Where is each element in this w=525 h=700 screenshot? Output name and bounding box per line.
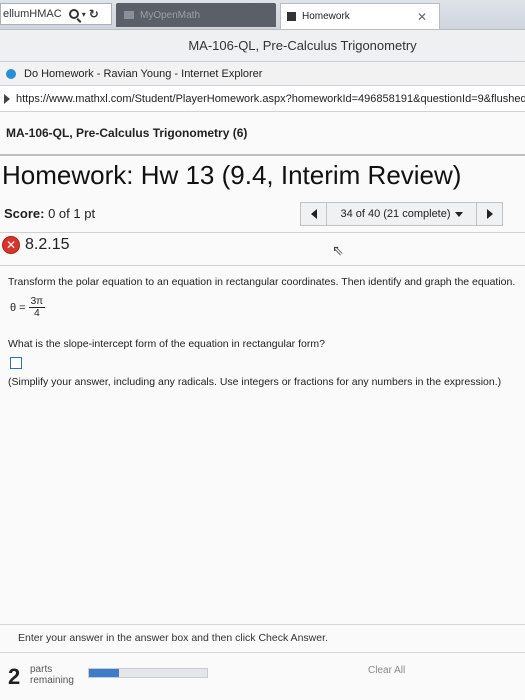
divider — [0, 652, 525, 653]
next-question-button[interactable] — [476, 203, 502, 225]
course-title: MA-106-QL, Pre-Calculus Trigonometry (6) — [6, 126, 248, 140]
url-text[interactable]: https://www.mathxl.com/Student/PlayerHom… — [16, 93, 525, 105]
homework-title: Homework: Hw 13 (9.4, Interim Review) — [2, 160, 462, 190]
progress-fill — [89, 669, 119, 677]
arrow-right-icon — [4, 93, 10, 104]
tab-homework[interactable]: Homework ✕ — [280, 3, 440, 29]
parts-remaining-label: parts remaining — [30, 664, 74, 686]
tab-favicon-icon — [124, 11, 134, 19]
polar-equation: θ = 3π 4 — [10, 296, 46, 319]
score: Score: 0 of 1 pt — [4, 206, 95, 221]
parts-progress-bar — [88, 668, 208, 678]
equation-lhs: θ = — [10, 301, 26, 314]
tab-inactive[interactable]: MyOpenMath — [116, 3, 276, 27]
chevron-right-icon — [486, 209, 493, 219]
enter-instruction: Enter your answer in the answer box and … — [18, 632, 328, 644]
score-value: 0 of 1 pt — [48, 206, 96, 221]
chevron-down-icon[interactable]: ▾ — [82, 10, 86, 19]
question-prompt: What is the slope-intercept form of the … — [8, 338, 325, 350]
mouse-cursor-icon: ⇖ — [332, 242, 344, 258]
search-icon[interactable] — [68, 9, 79, 19]
equation-fraction: 3π 4 — [28, 296, 46, 319]
browser-tab-bar: ellumHMAC ▾ ↻ MyOpenMath Homework ✕ — [0, 0, 525, 30]
question-number: 8.2.15 — [25, 236, 70, 253]
address-fragment[interactable]: ellumHMAC ▾ ↻ — [0, 3, 112, 25]
divider — [0, 232, 525, 233]
chevron-down-icon — [454, 211, 463, 217]
nav-status: 34 of 40 (21 complete) — [340, 208, 451, 220]
tab-inactive-label: MyOpenMath — [140, 9, 201, 21]
parts-label: parts — [30, 664, 53, 675]
equation-denominator: 4 — [34, 308, 40, 319]
question-header: ✕ 8.2.15 — [2, 236, 69, 254]
url-bar[interactable]: https://www.mathxl.com/Student/PlayerHom… — [0, 86, 525, 112]
ie-window-title: Do Homework - Ravian Young - Internet Ex… — [24, 67, 263, 80]
clear-all-button[interactable]: Clear All — [368, 665, 405, 676]
remaining-label: remaining — [30, 675, 74, 686]
chevron-left-icon — [310, 209, 317, 219]
equation-numerator: 3π — [28, 296, 46, 308]
question-navigator: 34 of 40 (21 complete) — [300, 202, 503, 226]
refresh-icon[interactable]: ↻ — [89, 7, 99, 21]
answer-input[interactable] — [10, 357, 22, 369]
question-selector[interactable]: 34 of 40 (21 complete) — [327, 208, 476, 220]
window-title: MA-106-QL, Pre-Calculus Trigonometry — [0, 30, 525, 62]
divider — [0, 154, 525, 156]
parts-remaining-count: 2 — [8, 664, 21, 689]
close-icon[interactable]: ✕ — [417, 10, 427, 24]
divider — [0, 265, 525, 266]
homework-page: MA-106-QL, Pre-Calculus Trigonometry (6)… — [0, 112, 525, 700]
ie-title-bar: Do Homework - Ravian Young - Internet Ex… — [0, 62, 525, 86]
incorrect-icon: ✕ — [2, 236, 20, 254]
divider — [0, 624, 525, 625]
address-fragment-text: ellumHMAC — [3, 8, 62, 20]
answer-hint: (Simplify your answer, including any rad… — [8, 376, 502, 388]
question-instructions: Transform the polar equation to an equat… — [8, 276, 516, 288]
tab-favicon-icon — [287, 12, 296, 21]
internet-explorer-icon — [6, 68, 16, 79]
tab-homework-label: Homework — [302, 11, 350, 22]
score-label: Score: — [4, 206, 45, 221]
previous-question-button[interactable] — [301, 203, 327, 225]
